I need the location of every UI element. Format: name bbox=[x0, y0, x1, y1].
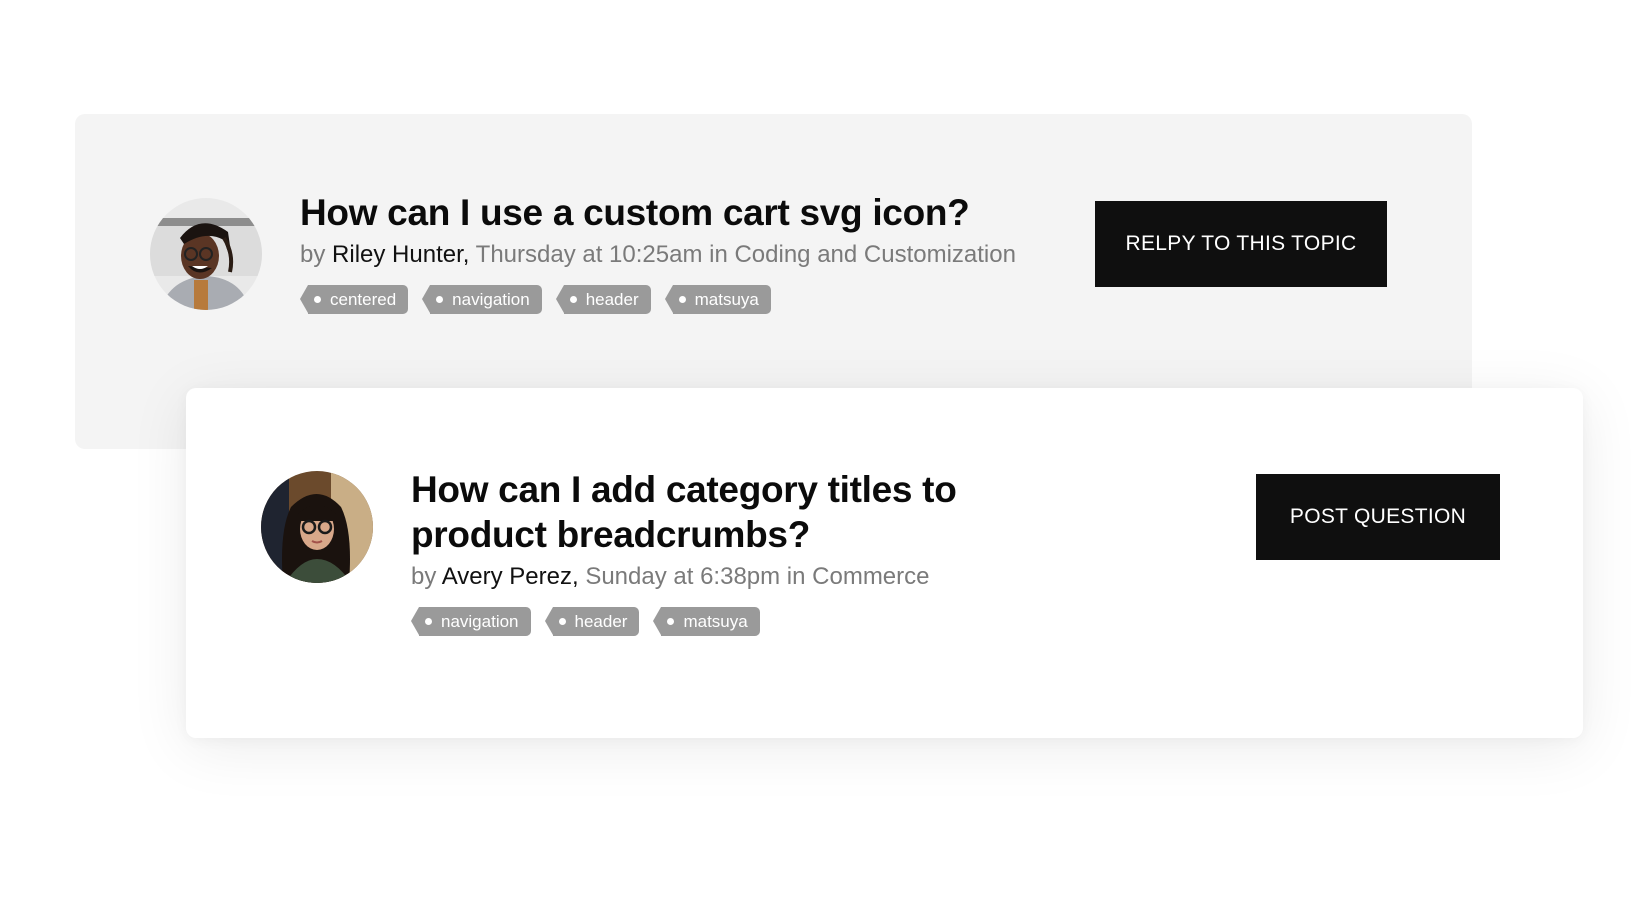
tag-hole-icon bbox=[569, 296, 577, 303]
by-label: by bbox=[411, 563, 437, 590]
topic-content: How can I use a custom cart svg icon? by… bbox=[299, 190, 1060, 314]
topic-date-category: Sunday at 6:38pm in Commerce bbox=[585, 563, 930, 590]
tag[interactable]: navigation bbox=[411, 607, 531, 636]
tag[interactable]: matsuya bbox=[653, 607, 760, 636]
tag-label: navigation bbox=[452, 290, 530, 309]
tag-list: centered navigation header matsuya bbox=[299, 285, 1060, 314]
tag-hole-icon bbox=[678, 296, 686, 303]
avatar-photo-icon bbox=[150, 198, 262, 310]
tag-label: header bbox=[585, 290, 639, 309]
avatar-photo-icon bbox=[261, 471, 373, 583]
tag-hole-icon bbox=[667, 618, 675, 625]
topic-meta: by Riley Hunter, Thursday at 10:25am in … bbox=[300, 239, 1060, 271]
topic-title[interactable]: How can I use a custom cart svg icon? bbox=[300, 190, 1060, 235]
reply-to-topic-button[interactable]: RELPY TO THIS TOPIC bbox=[1095, 201, 1387, 287]
tag-hole-icon bbox=[314, 296, 321, 303]
author-name[interactable]: Avery Perez, bbox=[442, 563, 579, 590]
tag[interactable]: centered bbox=[299, 285, 409, 314]
topic-content: How can I add category titles to product… bbox=[411, 467, 1031, 636]
tag-label: navigation bbox=[441, 612, 519, 631]
tag-list: navigation header matsuya bbox=[411, 607, 1031, 636]
tag[interactable]: header bbox=[544, 607, 640, 636]
tag-label: matsuya bbox=[683, 612, 748, 631]
post-question-button[interactable]: POST QUESTION bbox=[1256, 474, 1500, 560]
tag-label: centered bbox=[330, 290, 397, 309]
tag-hole-icon bbox=[436, 296, 444, 303]
tag[interactable]: matsuya bbox=[664, 285, 771, 314]
topic-date-category: Thursday at 10:25am in Coding and Custom… bbox=[475, 241, 1016, 268]
tag-label: header bbox=[574, 612, 628, 631]
author-name[interactable]: Riley Hunter, bbox=[332, 241, 469, 268]
topic-card-2: How can I add category titles to product… bbox=[186, 388, 1583, 738]
avatar-avery-perez bbox=[261, 471, 373, 583]
tag-label: matsuya bbox=[694, 290, 759, 309]
tag[interactable]: header bbox=[555, 285, 651, 314]
tag-hole-icon bbox=[425, 618, 432, 625]
topic-title[interactable]: How can I add category titles to product… bbox=[411, 467, 1031, 557]
avatar-riley-hunter bbox=[150, 198, 262, 310]
by-label: by bbox=[300, 241, 326, 268]
tag[interactable]: navigation bbox=[422, 285, 542, 314]
topic-meta: by Avery Perez, Sunday at 6:38pm in Comm… bbox=[411, 561, 1031, 593]
tag-hole-icon bbox=[558, 618, 566, 625]
